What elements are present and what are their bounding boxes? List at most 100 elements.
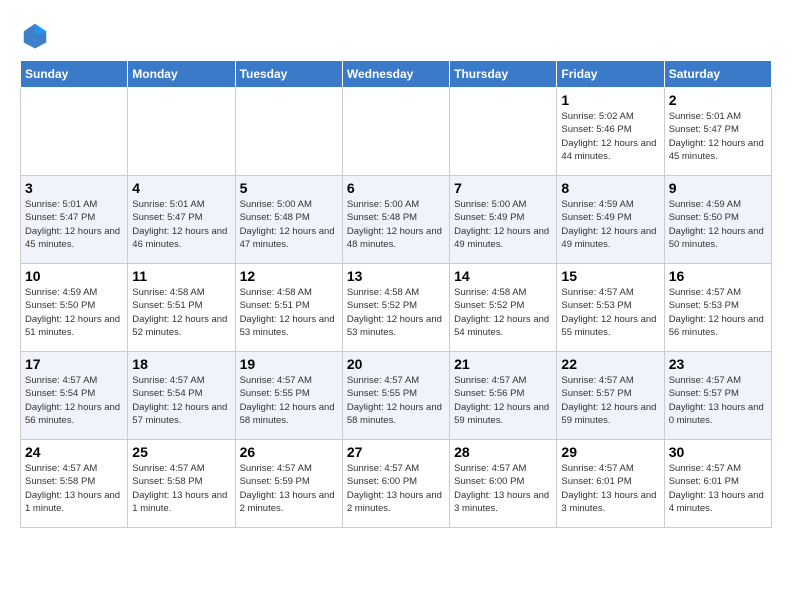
calendar-cell: 9 Sunrise: 4:59 AM Sunset: 5:50 PM Daylig…	[664, 176, 771, 264]
day-number: 4	[132, 180, 230, 196]
calendar-cell: 28 Sunrise: 4:57 AM Sunset: 6:00 PM Dayli…	[450, 440, 557, 528]
header	[20, 20, 772, 50]
calendar-cell: 30 Sunrise: 4:57 AM Sunset: 6:01 PM Dayli…	[664, 440, 771, 528]
day-info: Sunrise: 5:00 AM Sunset: 5:48 PM Dayligh…	[240, 198, 338, 251]
calendar-cell: 19 Sunrise: 4:57 AM Sunset: 5:55 PM Dayli…	[235, 352, 342, 440]
calendar-cell: 25 Sunrise: 4:57 AM Sunset: 5:58 PM Dayli…	[128, 440, 235, 528]
weekday-header-wednesday: Wednesday	[342, 61, 449, 88]
calendar-cell: 15Sunrise: 4:57 AM Sunset: 5:53 PM Dayli…	[557, 264, 664, 352]
day-number: 26	[240, 444, 338, 460]
day-number: 29	[561, 444, 659, 460]
logo-icon	[20, 20, 50, 50]
day-number: 27	[347, 444, 445, 460]
day-info: Sunrise: 4:57 AM Sunset: 5:55 PM Dayligh…	[240, 374, 338, 427]
day-info: Sunrise: 4:57 AM Sunset: 5:59 PM Dayligh…	[240, 462, 338, 515]
calendar-cell: 8 Sunrise: 4:59 AM Sunset: 5:49 PM Daylig…	[557, 176, 664, 264]
calendar-cell: 29Sunrise: 4:57 AM Sunset: 6:01 PM Dayli…	[557, 440, 664, 528]
calendar-cell: 1 Sunrise: 5:02 AM Sunset: 5:46 PM Daylig…	[557, 88, 664, 176]
day-number: 6	[347, 180, 445, 196]
day-info: Sunrise: 4:57 AM Sunset: 5:58 PM Dayligh…	[132, 462, 230, 515]
calendar-cell: 6 Sunrise: 5:00 AM Sunset: 5:48 PM Daylig…	[342, 176, 449, 264]
calendar-cell: 14 Sunrise: 4:58 AM Sunset: 5:52 PM Dayli…	[450, 264, 557, 352]
day-number: 28	[454, 444, 552, 460]
day-number: 8	[561, 180, 659, 196]
day-number: 2	[669, 92, 767, 108]
day-info: Sunrise: 4:57 AM Sunset: 5:56 PM Dayligh…	[454, 374, 552, 427]
calendar-cell: 7 Sunrise: 5:00 AM Sunset: 5:49 PM Daylig…	[450, 176, 557, 264]
calendar-cell: 13 Sunrise: 4:58 AM Sunset: 5:52 PM Dayli…	[342, 264, 449, 352]
day-number: 22	[561, 356, 659, 372]
day-number: 15	[561, 268, 659, 284]
day-info: Sunrise: 4:59 AM Sunset: 5:50 PM Dayligh…	[25, 286, 123, 339]
weekday-header-friday: Friday	[557, 61, 664, 88]
day-number: 12	[240, 268, 338, 284]
day-info: Sunrise: 4:59 AM Sunset: 5:49 PM Dayligh…	[561, 198, 659, 251]
day-info: Sunrise: 4:57 AM Sunset: 6:00 PM Dayligh…	[454, 462, 552, 515]
day-number: 18	[132, 356, 230, 372]
day-info: Sunrise: 4:58 AM Sunset: 5:51 PM Dayligh…	[240, 286, 338, 339]
calendar-cell: 3 Sunrise: 5:01 AM Sunset: 5:47 PM Daylig…	[21, 176, 128, 264]
day-info: Sunrise: 5:01 AM Sunset: 5:47 PM Dayligh…	[132, 198, 230, 251]
day-number: 10	[25, 268, 123, 284]
day-info: Sunrise: 4:57 AM Sunset: 6:01 PM Dayligh…	[669, 462, 767, 515]
day-info: Sunrise: 5:01 AM Sunset: 5:47 PM Dayligh…	[669, 110, 767, 163]
day-info: Sunrise: 5:02 AM Sunset: 5:46 PM Dayligh…	[561, 110, 659, 163]
calendar-cell	[128, 88, 235, 176]
day-info: Sunrise: 4:58 AM Sunset: 5:52 PM Dayligh…	[454, 286, 552, 339]
day-number: 30	[669, 444, 767, 460]
calendar-cell: 22Sunrise: 4:57 AM Sunset: 5:57 PM Dayli…	[557, 352, 664, 440]
day-info: Sunrise: 4:57 AM Sunset: 6:00 PM Dayligh…	[347, 462, 445, 515]
calendar-cell	[21, 88, 128, 176]
day-number: 7	[454, 180, 552, 196]
day-number: 3	[25, 180, 123, 196]
calendar-cell: 23 Sunrise: 4:57 AM Sunset: 5:57 PM Dayli…	[664, 352, 771, 440]
day-number: 19	[240, 356, 338, 372]
day-number: 16	[669, 268, 767, 284]
day-number: 25	[132, 444, 230, 460]
calendar-cell: 27 Sunrise: 4:57 AM Sunset: 6:00 PM Dayli…	[342, 440, 449, 528]
day-number: 17	[25, 356, 123, 372]
day-info: Sunrise: 4:58 AM Sunset: 5:51 PM Dayligh…	[132, 286, 230, 339]
calendar-cell: 11 Sunrise: 4:58 AM Sunset: 5:51 PM Dayli…	[128, 264, 235, 352]
logo	[20, 20, 54, 50]
calendar-cell: 24Sunrise: 4:57 AM Sunset: 5:58 PM Dayli…	[21, 440, 128, 528]
weekday-header-thursday: Thursday	[450, 61, 557, 88]
day-info: Sunrise: 5:00 AM Sunset: 5:48 PM Dayligh…	[347, 198, 445, 251]
calendar-cell	[235, 88, 342, 176]
day-info: Sunrise: 4:57 AM Sunset: 5:53 PM Dayligh…	[669, 286, 767, 339]
calendar-cell: 18 Sunrise: 4:57 AM Sunset: 5:54 PM Dayli…	[128, 352, 235, 440]
calendar-cell: 12 Sunrise: 4:58 AM Sunset: 5:51 PM Dayli…	[235, 264, 342, 352]
calendar-cell: 4 Sunrise: 5:01 AM Sunset: 5:47 PM Daylig…	[128, 176, 235, 264]
weekday-header-saturday: Saturday	[664, 61, 771, 88]
day-info: Sunrise: 4:57 AM Sunset: 5:54 PM Dayligh…	[132, 374, 230, 427]
calendar-cell: 26 Sunrise: 4:57 AM Sunset: 5:59 PM Dayli…	[235, 440, 342, 528]
day-info: Sunrise: 4:58 AM Sunset: 5:52 PM Dayligh…	[347, 286, 445, 339]
day-info: Sunrise: 4:57 AM Sunset: 5:55 PM Dayligh…	[347, 374, 445, 427]
weekday-header-sunday: Sunday	[21, 61, 128, 88]
day-info: Sunrise: 5:01 AM Sunset: 5:47 PM Dayligh…	[25, 198, 123, 251]
day-number: 11	[132, 268, 230, 284]
weekday-header-tuesday: Tuesday	[235, 61, 342, 88]
calendar-cell	[342, 88, 449, 176]
calendar-cell: 2 Sunrise: 5:01 AM Sunset: 5:47 PM Daylig…	[664, 88, 771, 176]
day-number: 1	[561, 92, 659, 108]
calendar-cell: 21 Sunrise: 4:57 AM Sunset: 5:56 PM Dayli…	[450, 352, 557, 440]
calendar-table: SundayMondayTuesdayWednesdayThursdayFrid…	[20, 60, 772, 528]
day-number: 21	[454, 356, 552, 372]
day-number: 14	[454, 268, 552, 284]
calendar-cell	[450, 88, 557, 176]
calendar-cell: 20 Sunrise: 4:57 AM Sunset: 5:55 PM Dayli…	[342, 352, 449, 440]
day-info: Sunrise: 5:00 AM Sunset: 5:49 PM Dayligh…	[454, 198, 552, 251]
day-number: 23	[669, 356, 767, 372]
day-number: 20	[347, 356, 445, 372]
day-info: Sunrise: 4:57 AM Sunset: 5:54 PM Dayligh…	[25, 374, 123, 427]
day-info: Sunrise: 4:57 AM Sunset: 5:57 PM Dayligh…	[669, 374, 767, 427]
calendar-cell: 16 Sunrise: 4:57 AM Sunset: 5:53 PM Dayli…	[664, 264, 771, 352]
weekday-header-monday: Monday	[128, 61, 235, 88]
day-info: Sunrise: 4:59 AM Sunset: 5:50 PM Dayligh…	[669, 198, 767, 251]
calendar-cell: 10 Sunrise: 4:59 AM Sunset: 5:50 PM Dayli…	[21, 264, 128, 352]
day-number: 9	[669, 180, 767, 196]
day-number: 5	[240, 180, 338, 196]
day-number: 13	[347, 268, 445, 284]
day-number: 24	[25, 444, 123, 460]
